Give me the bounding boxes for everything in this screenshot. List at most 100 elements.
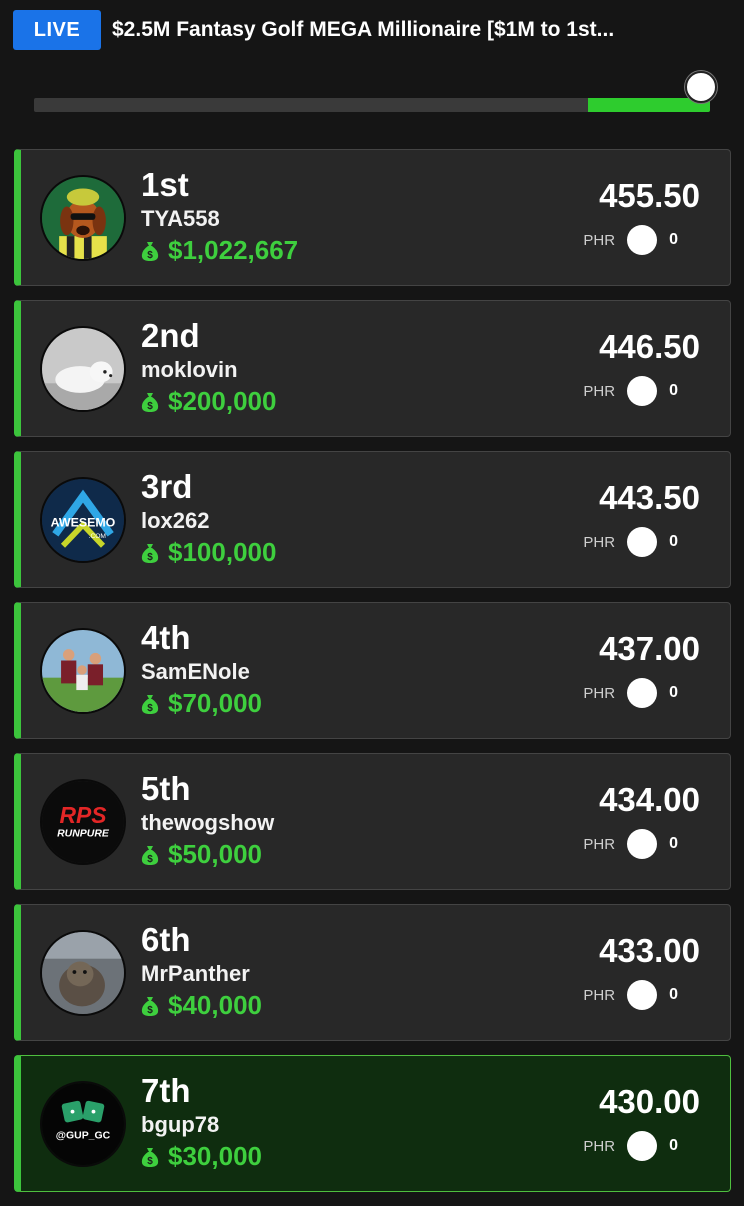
- prize-value: $70,000: [168, 688, 262, 718]
- svg-text:.COM: .COM: [89, 533, 106, 540]
- contest-progress-bar: [34, 98, 710, 112]
- phr-indicator: PHR 0: [583, 829, 678, 859]
- contest-title[interactable]: $2.5M Fantasy Golf MEGA Millionaire [$1M…: [112, 18, 732, 42]
- leaderboard-row[interactable]: 4th SamENole $ $70,000 437.00 PHR 0: [14, 602, 731, 739]
- svg-text:AWESEMO: AWESEMO: [51, 516, 116, 530]
- phr-progress-circle-icon: [627, 678, 658, 708]
- prize-amount: $ $200,000: [141, 386, 276, 417]
- rank-label: 6th: [141, 921, 191, 958]
- phr-progress-circle-icon: [627, 1131, 658, 1161]
- progress-slider-handle[interactable]: [685, 71, 717, 103]
- svg-text:$: $: [147, 250, 153, 261]
- svg-text:$: $: [147, 854, 153, 865]
- money-bag-icon: $: [141, 1147, 159, 1167]
- rank-label: 5th: [141, 770, 191, 807]
- prize-amount: $ $40,000: [141, 990, 262, 1021]
- phr-value: 0: [669, 231, 678, 248]
- fantasy-points: 430.00: [599, 1083, 700, 1120]
- svg-text:$: $: [147, 552, 153, 563]
- svg-text:$: $: [147, 1005, 153, 1016]
- phr-progress-circle-icon: [627, 980, 658, 1010]
- prize-value: $1,022,667: [168, 235, 299, 265]
- fantasy-points: 433.00: [599, 932, 700, 969]
- rank-label: 3rd: [141, 468, 193, 505]
- money-bag-icon: $: [141, 392, 159, 412]
- prize-value: $50,000: [168, 839, 262, 869]
- svg-text:RPS: RPS: [59, 802, 107, 828]
- prize-amount: $ $30,000: [141, 1141, 262, 1172]
- phr-indicator: PHR 0: [583, 678, 678, 708]
- leaderboard-row[interactable]: @GUP_GC 7th bgup78 $ $30,000 430.00 PHR 0: [14, 1055, 731, 1192]
- fantasy-points: 443.50: [599, 479, 700, 516]
- dice-logo-avatar: @GUP_GC: [40, 1081, 126, 1167]
- rank-label: 1st: [141, 166, 189, 203]
- svg-text:$: $: [147, 401, 153, 412]
- prize-value: $100,000: [168, 537, 277, 567]
- family-photo-avatar: [40, 628, 126, 714]
- phr-value: 0: [669, 533, 678, 550]
- fantasy-points: 437.00: [599, 630, 700, 667]
- money-bag-icon: $: [141, 845, 159, 865]
- rank-label: 4th: [141, 619, 191, 656]
- phr-label: PHR: [583, 986, 616, 1004]
- phr-label: PHR: [583, 1137, 616, 1155]
- phr-indicator: PHR 0: [583, 376, 678, 406]
- phr-value: 0: [669, 835, 678, 852]
- money-bag-icon: $: [141, 543, 159, 563]
- contest-header: LIVE $2.5M Fantasy Golf MEGA Millionaire…: [0, 0, 744, 64]
- phr-label: PHR: [583, 382, 616, 400]
- money-bag-icon: $: [141, 996, 159, 1016]
- username[interactable]: lox262: [141, 508, 210, 534]
- username[interactable]: MrPanther: [141, 961, 250, 987]
- phr-value: 0: [669, 986, 678, 1003]
- leaderboard-row[interactable]: RPS RUNPURE 5th thewogshow $ $50,000 434.00 PHR…: [14, 753, 731, 890]
- phr-value: 0: [669, 684, 678, 701]
- phr-progress-circle-icon: [627, 225, 658, 255]
- rank-label: 2nd: [141, 317, 200, 354]
- phr-value: 0: [669, 382, 678, 399]
- rank-label: 7th: [141, 1072, 191, 1109]
- leaderboard-row[interactable]: 2nd moklovin $ $200,000 446.50 PHR 0: [14, 300, 731, 437]
- phr-label: PHR: [583, 684, 616, 702]
- username[interactable]: moklovin: [141, 357, 238, 383]
- username[interactable]: SamENole: [141, 659, 250, 685]
- prize-amount: $ $70,000: [141, 688, 262, 719]
- dog-photo-avatar: [40, 930, 126, 1016]
- puppy-avatar: [40, 326, 126, 412]
- money-bag-icon: $: [141, 694, 159, 714]
- phr-indicator: PHR 0: [583, 225, 678, 255]
- phr-indicator: PHR 0: [583, 980, 678, 1010]
- fantasy-points: 434.00: [599, 781, 700, 818]
- username[interactable]: bgup78: [141, 1112, 219, 1138]
- phr-progress-circle-icon: [627, 376, 658, 406]
- phr-indicator: PHR 0: [583, 527, 678, 557]
- svg-text:@GUP_GC: @GUP_GC: [56, 1130, 111, 1141]
- prize-amount: $ $1,022,667: [141, 235, 298, 266]
- phr-label: PHR: [583, 231, 616, 249]
- phr-progress-circle-icon: [627, 829, 658, 859]
- leaderboard-row[interactable]: AWESEMO .COM 3rd lox262 $ $100,000 443.50 PHR 0: [14, 451, 731, 588]
- phr-label: PHR: [583, 533, 616, 551]
- svg-text:RUNPURE: RUNPURE: [57, 828, 110, 839]
- username[interactable]: TYA558: [141, 206, 220, 232]
- svg-text:$: $: [147, 703, 153, 714]
- leaderboard-row[interactable]: 6th MrPanther $ $40,000 433.00 PHR 0: [14, 904, 731, 1041]
- live-badge: LIVE: [13, 10, 101, 50]
- username[interactable]: thewogshow: [141, 810, 274, 836]
- fantasy-points: 446.50: [599, 328, 700, 365]
- phr-label: PHR: [583, 835, 616, 853]
- fantasy-points: 455.50: [599, 177, 700, 214]
- dog-golfer-avatar: [40, 175, 126, 261]
- leaderboard-row[interactable]: 1st TYA558 $ $1,022,667 455.50 PHR 0: [14, 149, 731, 286]
- prize-value: $200,000: [168, 386, 277, 416]
- runpure-logo-avatar: RPS RUNPURE: [40, 779, 126, 865]
- prize-value: $40,000: [168, 990, 262, 1020]
- prize-amount: $ $50,000: [141, 839, 262, 870]
- money-bag-icon: $: [141, 241, 159, 261]
- prize-value: $30,000: [168, 1141, 262, 1171]
- awesemo-logo-avatar: AWESEMO .COM: [40, 477, 126, 563]
- svg-text:$: $: [147, 1156, 153, 1167]
- prize-amount: $ $100,000: [141, 537, 276, 568]
- leaderboard-list: 1st TYA558 $ $1,022,667 455.50 PHR 0 2nd moklovi…: [14, 149, 731, 1206]
- phr-indicator: PHR 0: [583, 1131, 678, 1161]
